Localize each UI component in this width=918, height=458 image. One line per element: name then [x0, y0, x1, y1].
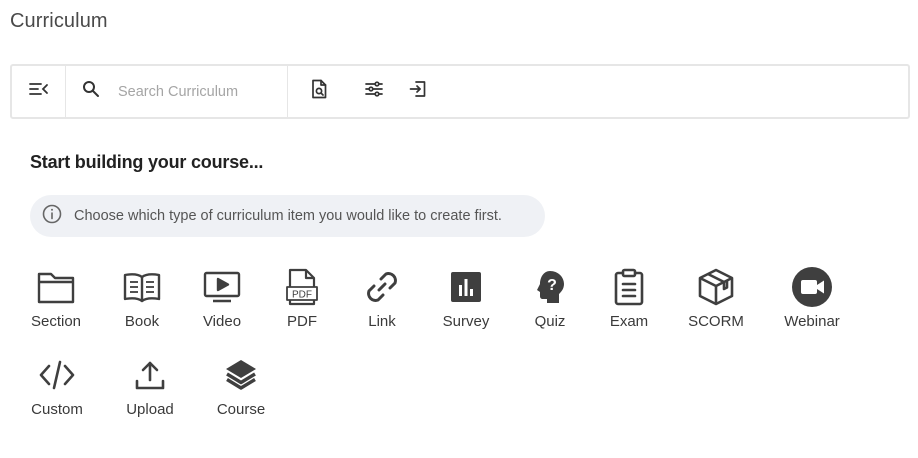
item-type-course[interactable]: Course — [212, 354, 270, 418]
file-search-icon — [311, 79, 327, 104]
preview-button[interactable] — [308, 72, 330, 112]
item-type-custom[interactable]: Custom — [28, 354, 86, 418]
info-banner: Choose which type of curriculum item you… — [30, 195, 545, 237]
item-label: Upload — [126, 401, 174, 418]
item-type-quiz[interactable]: ? Quiz — [528, 266, 572, 330]
search-icon — [82, 80, 100, 103]
curriculum-toolbar — [10, 64, 910, 119]
item-type-survey[interactable]: Survey — [438, 266, 494, 330]
book-icon — [123, 266, 161, 308]
sliders-icon — [365, 81, 383, 102]
pdf-icon: PDF — [286, 266, 318, 308]
import-button[interactable] — [396, 72, 440, 112]
page-title: Curriculum — [10, 10, 108, 32]
import-icon — [409, 80, 427, 103]
collapse-menu-icon — [28, 81, 49, 102]
video-icon — [203, 266, 241, 308]
webinar-icon — [792, 266, 832, 308]
item-type-webinar[interactable]: Webinar — [780, 266, 844, 330]
info-circle-icon — [42, 204, 62, 229]
item-label: PDF — [287, 313, 317, 330]
item-label: Video — [202, 313, 242, 330]
section-heading: Start building your course... — [30, 152, 264, 172]
item-type-book[interactable]: Book — [120, 266, 164, 330]
info-text: Choose which type of curriculum item you… — [74, 208, 502, 224]
item-label: SCORM — [688, 313, 744, 330]
item-type-video[interactable]: Video — [200, 266, 244, 330]
filter-button[interactable] — [352, 72, 396, 112]
quiz-icon: ? — [534, 266, 566, 308]
scorm-icon — [698, 266, 734, 308]
layers-icon — [224, 354, 258, 396]
survey-icon — [450, 266, 482, 308]
item-type-exam[interactable]: Exam — [607, 266, 651, 330]
item-type-pdf[interactable]: PDF PDF — [280, 266, 324, 330]
item-label: Custom — [31, 401, 83, 418]
toolbar-tools — [288, 66, 440, 117]
item-label: Course — [216, 401, 266, 418]
item-type-scorm[interactable]: SCORM — [686, 266, 746, 330]
item-type-link[interactable]: Link — [360, 266, 404, 330]
search-box — [66, 66, 288, 117]
item-label: Book — [124, 313, 160, 330]
search-input[interactable] — [118, 83, 278, 100]
exam-icon — [614, 266, 644, 308]
folder-icon — [37, 266, 75, 308]
svg-text:PDF: PDF — [292, 290, 312, 301]
code-icon — [38, 354, 76, 396]
item-type-section[interactable]: Section — [28, 266, 84, 330]
collapse-menu-button[interactable] — [12, 66, 66, 117]
item-label: Survey — [442, 313, 490, 330]
item-label: Section — [30, 313, 82, 330]
item-label: Link — [368, 313, 396, 330]
svg-text:?: ? — [547, 277, 557, 294]
item-label: Quiz — [534, 313, 566, 330]
item-label: Exam — [609, 313, 649, 330]
item-type-upload[interactable]: Upload — [122, 354, 178, 418]
upload-icon — [134, 354, 166, 396]
link-icon — [363, 266, 401, 308]
item-label: Webinar — [784, 313, 840, 330]
